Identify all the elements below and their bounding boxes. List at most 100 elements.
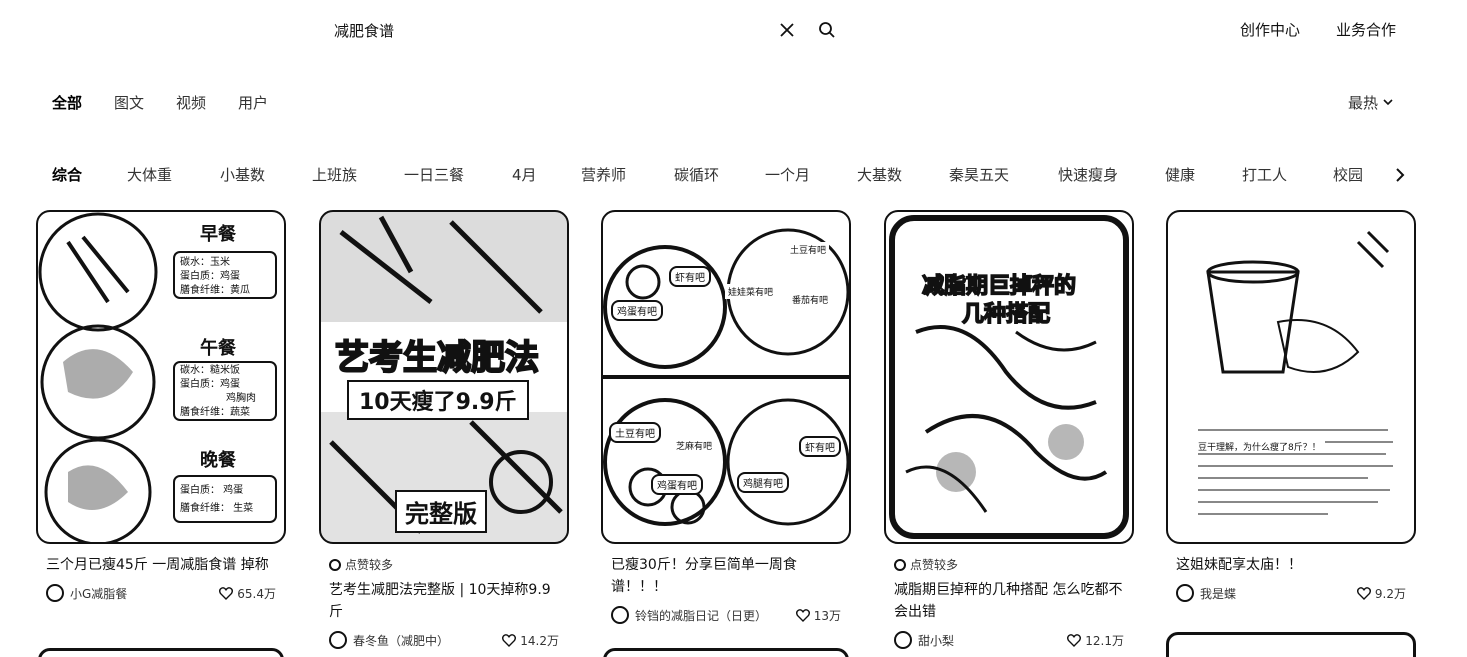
heart-icon <box>1356 586 1371 600</box>
cover-text: 豆干理解，为什么瘦了8斤？！ <box>1198 440 1325 453</box>
cover-line: 膳食纤维：黄瓜 <box>180 285 250 296</box>
badge-label: 点赞较多 <box>910 558 959 572</box>
tag-item[interactable]: 秦昊五天 <box>949 164 1009 185</box>
tag-item[interactable]: 校园 <box>1333 164 1363 185</box>
chevron-down-icon <box>1382 94 1394 112</box>
cover-label: 土豆有吧 <box>787 242 830 257</box>
like-button[interactable]: 13万 <box>795 607 841 624</box>
cover-line: 鸡胸肉 <box>226 393 256 404</box>
author[interactable]: 小G减脂餐 <box>46 584 127 602</box>
note-cover[interactable]: 艺考生减肥法 10天瘦了9.9斤 完整版 <box>319 210 569 544</box>
sort-label: 最热 <box>1348 94 1379 112</box>
cover-headline: 艺考生减肥法 <box>334 337 540 379</box>
cover-illustration <box>1198 230 1393 515</box>
like-button[interactable]: 14.2万 <box>502 632 559 649</box>
note-cover[interactable]: 减脂期巨掉秤的 几种搭配 <box>884 210 1134 544</box>
heart-icon <box>502 633 517 647</box>
cover-label: 虾有吧 <box>669 266 711 287</box>
like-count: 12.1万 <box>1085 633 1124 648</box>
cover-label: 鸡蛋有吧 <box>651 474 703 495</box>
meal-heading: 早餐 <box>200 224 236 245</box>
like-count: 13万 <box>813 608 841 623</box>
note-card[interactable]: 豆干理解，为什么瘦了8斤？！ 这姐妹配享太庙！！ 我是蝶 9.2万 <box>1166 210 1416 602</box>
author[interactable]: 甜小梨 <box>894 631 954 649</box>
author[interactable]: 春冬鱼（减肥中） <box>329 631 449 649</box>
heart-icon <box>219 586 234 600</box>
note-title[interactable]: 减脂期巨掉秤的几种搭配 怎么吃都不会出错 <box>894 579 1124 623</box>
badge-label: 点赞较多 <box>345 558 394 572</box>
tag-item[interactable]: 一个月 <box>765 164 810 185</box>
hot-badge: 点赞较多 <box>329 556 559 573</box>
note-cover[interactable]: 豆干理解，为什么瘦了8斤？！ <box>1166 210 1416 544</box>
note-title[interactable]: 已瘦30斤！分享巨简单一周食谱！！！ <box>611 554 841 598</box>
tag-item[interactable]: 营养师 <box>581 164 626 185</box>
cover-label: 虾有吧 <box>799 436 841 457</box>
tag-item[interactable]: 打工人 <box>1242 164 1287 185</box>
tab-image-text[interactable]: 图文 <box>114 92 144 113</box>
content-type-tabs: 全部 图文 视频 用户 <box>52 92 300 113</box>
next-card-peek[interactable] <box>38 648 284 657</box>
author-name: 甜小梨 <box>918 633 955 648</box>
meal-heading: 午餐 <box>200 338 236 359</box>
note-card[interactable]: 早餐 碳水：玉米 蛋白质：鸡蛋 膳食纤维：黄瓜 午餐 碳水：糙米饭 蛋白质：鸡蛋… <box>36 210 286 602</box>
avatar <box>1176 584 1194 602</box>
author-name: 铃铛的减脂日记（日更） <box>635 608 768 623</box>
tag-item[interactable]: 碳循环 <box>674 164 719 185</box>
tag-item[interactable]: 大基数 <box>857 164 902 185</box>
tab-all[interactable]: 全部 <box>52 92 82 113</box>
like-count: 65.4万 <box>237 586 276 601</box>
heart-icon <box>1067 633 1082 647</box>
author-name: 小G减脂餐 <box>70 586 128 601</box>
next-card-peek[interactable] <box>603 648 849 657</box>
next-card-peek[interactable] <box>1166 632 1416 657</box>
cover-label: 番茄有吧 <box>789 292 832 307</box>
note-cover[interactable]: 虾有吧 鸡蛋有吧 土豆有吧 娃娃菜有吧 番茄有吧 土豆有吧 芝麻有吧 鸡蛋有吧 … <box>601 210 851 544</box>
note-cover[interactable]: 早餐 碳水：玉米 蛋白质：鸡蛋 膳食纤维：黄瓜 午餐 碳水：糙米饭 蛋白质：鸡蛋… <box>36 210 286 544</box>
cover-footer: 完整版 <box>395 490 487 533</box>
tag-item[interactable]: 大体重 <box>127 164 172 185</box>
search-input[interactable]: 减肥食谱 <box>334 20 394 41</box>
note-title[interactable]: 这姐妹配享太庙！！ <box>1176 554 1406 576</box>
tag-item[interactable]: 4月 <box>512 164 537 185</box>
clear-icon[interactable] <box>776 19 798 41</box>
search-icon[interactable] <box>816 19 838 41</box>
tag-item[interactable]: 快速瘦身 <box>1058 164 1118 185</box>
cover-illustration <box>603 228 849 526</box>
tag-item[interactable]: 一日三餐 <box>404 164 464 185</box>
cover-line: 蛋白质：鸡蛋 <box>180 271 240 282</box>
note-card[interactable]: 虾有吧 鸡蛋有吧 土豆有吧 娃娃菜有吧 番茄有吧 土豆有吧 芝麻有吧 鸡蛋有吧 … <box>601 210 851 624</box>
tag-item[interactable]: 上班族 <box>312 164 357 185</box>
cover-label: 鸡腿有吧 <box>737 472 789 493</box>
sort-dropdown[interactable]: 最热 <box>1348 92 1394 113</box>
cover-label: 娃娃菜有吧 <box>725 284 777 299</box>
avatar <box>329 631 347 649</box>
author[interactable]: 铃铛的减脂日记（日更） <box>611 606 767 624</box>
tag-item[interactable]: 综合 <box>52 164 82 185</box>
like-button[interactable]: 9.2万 <box>1356 585 1406 602</box>
note-title[interactable]: 三个月已瘦45斤 一周减脂食谱 掉称 <box>46 554 276 576</box>
tab-video[interactable]: 视频 <box>176 92 206 113</box>
author[interactable]: 我是蝶 <box>1176 584 1236 602</box>
like-button[interactable]: 12.1万 <box>1067 632 1124 649</box>
note-title[interactable]: 艺考生减肥法完整版 | 10天掉称9.9斤 <box>329 579 559 623</box>
cover-label: 芝麻有吧 <box>673 438 716 453</box>
cover-label: 土豆有吧 <box>609 422 661 443</box>
meal-heading: 晚餐 <box>200 450 236 471</box>
cover-line: 碳水：糙米饭 <box>180 365 240 376</box>
chevron-right-icon[interactable] <box>1390 164 1410 186</box>
like-count: 14.2万 <box>520 633 559 648</box>
like-button[interactable]: 65.4万 <box>219 585 276 602</box>
cover-line: 蛋白质： 鸡蛋 <box>180 485 244 496</box>
note-card[interactable]: 减脂期巨掉秤的 几种搭配 点赞较多 减脂期巨掉秤的几种搭配 怎么吃都不会出错 甜… <box>884 210 1134 649</box>
business-link[interactable]: 业务合作 <box>1336 19 1396 40</box>
author-name: 我是蝶 <box>1200 586 1237 601</box>
tag-item[interactable]: 小基数 <box>220 164 265 185</box>
cover-line: 膳食纤维： 生菜 <box>180 503 254 514</box>
tag-item[interactable]: 健康 <box>1165 164 1195 185</box>
top-bar: 减肥食谱 创作中心 业务合作 <box>0 0 1467 62</box>
avatar <box>46 584 64 602</box>
note-card[interactable]: 艺考生减肥法 10天瘦了9.9斤 完整版 点赞较多 艺考生减肥法完整版 | 10… <box>319 210 569 649</box>
tab-users[interactable]: 用户 <box>238 92 268 113</box>
badge-icon <box>329 558 341 571</box>
creator-center-link[interactable]: 创作中心 <box>1240 19 1300 40</box>
